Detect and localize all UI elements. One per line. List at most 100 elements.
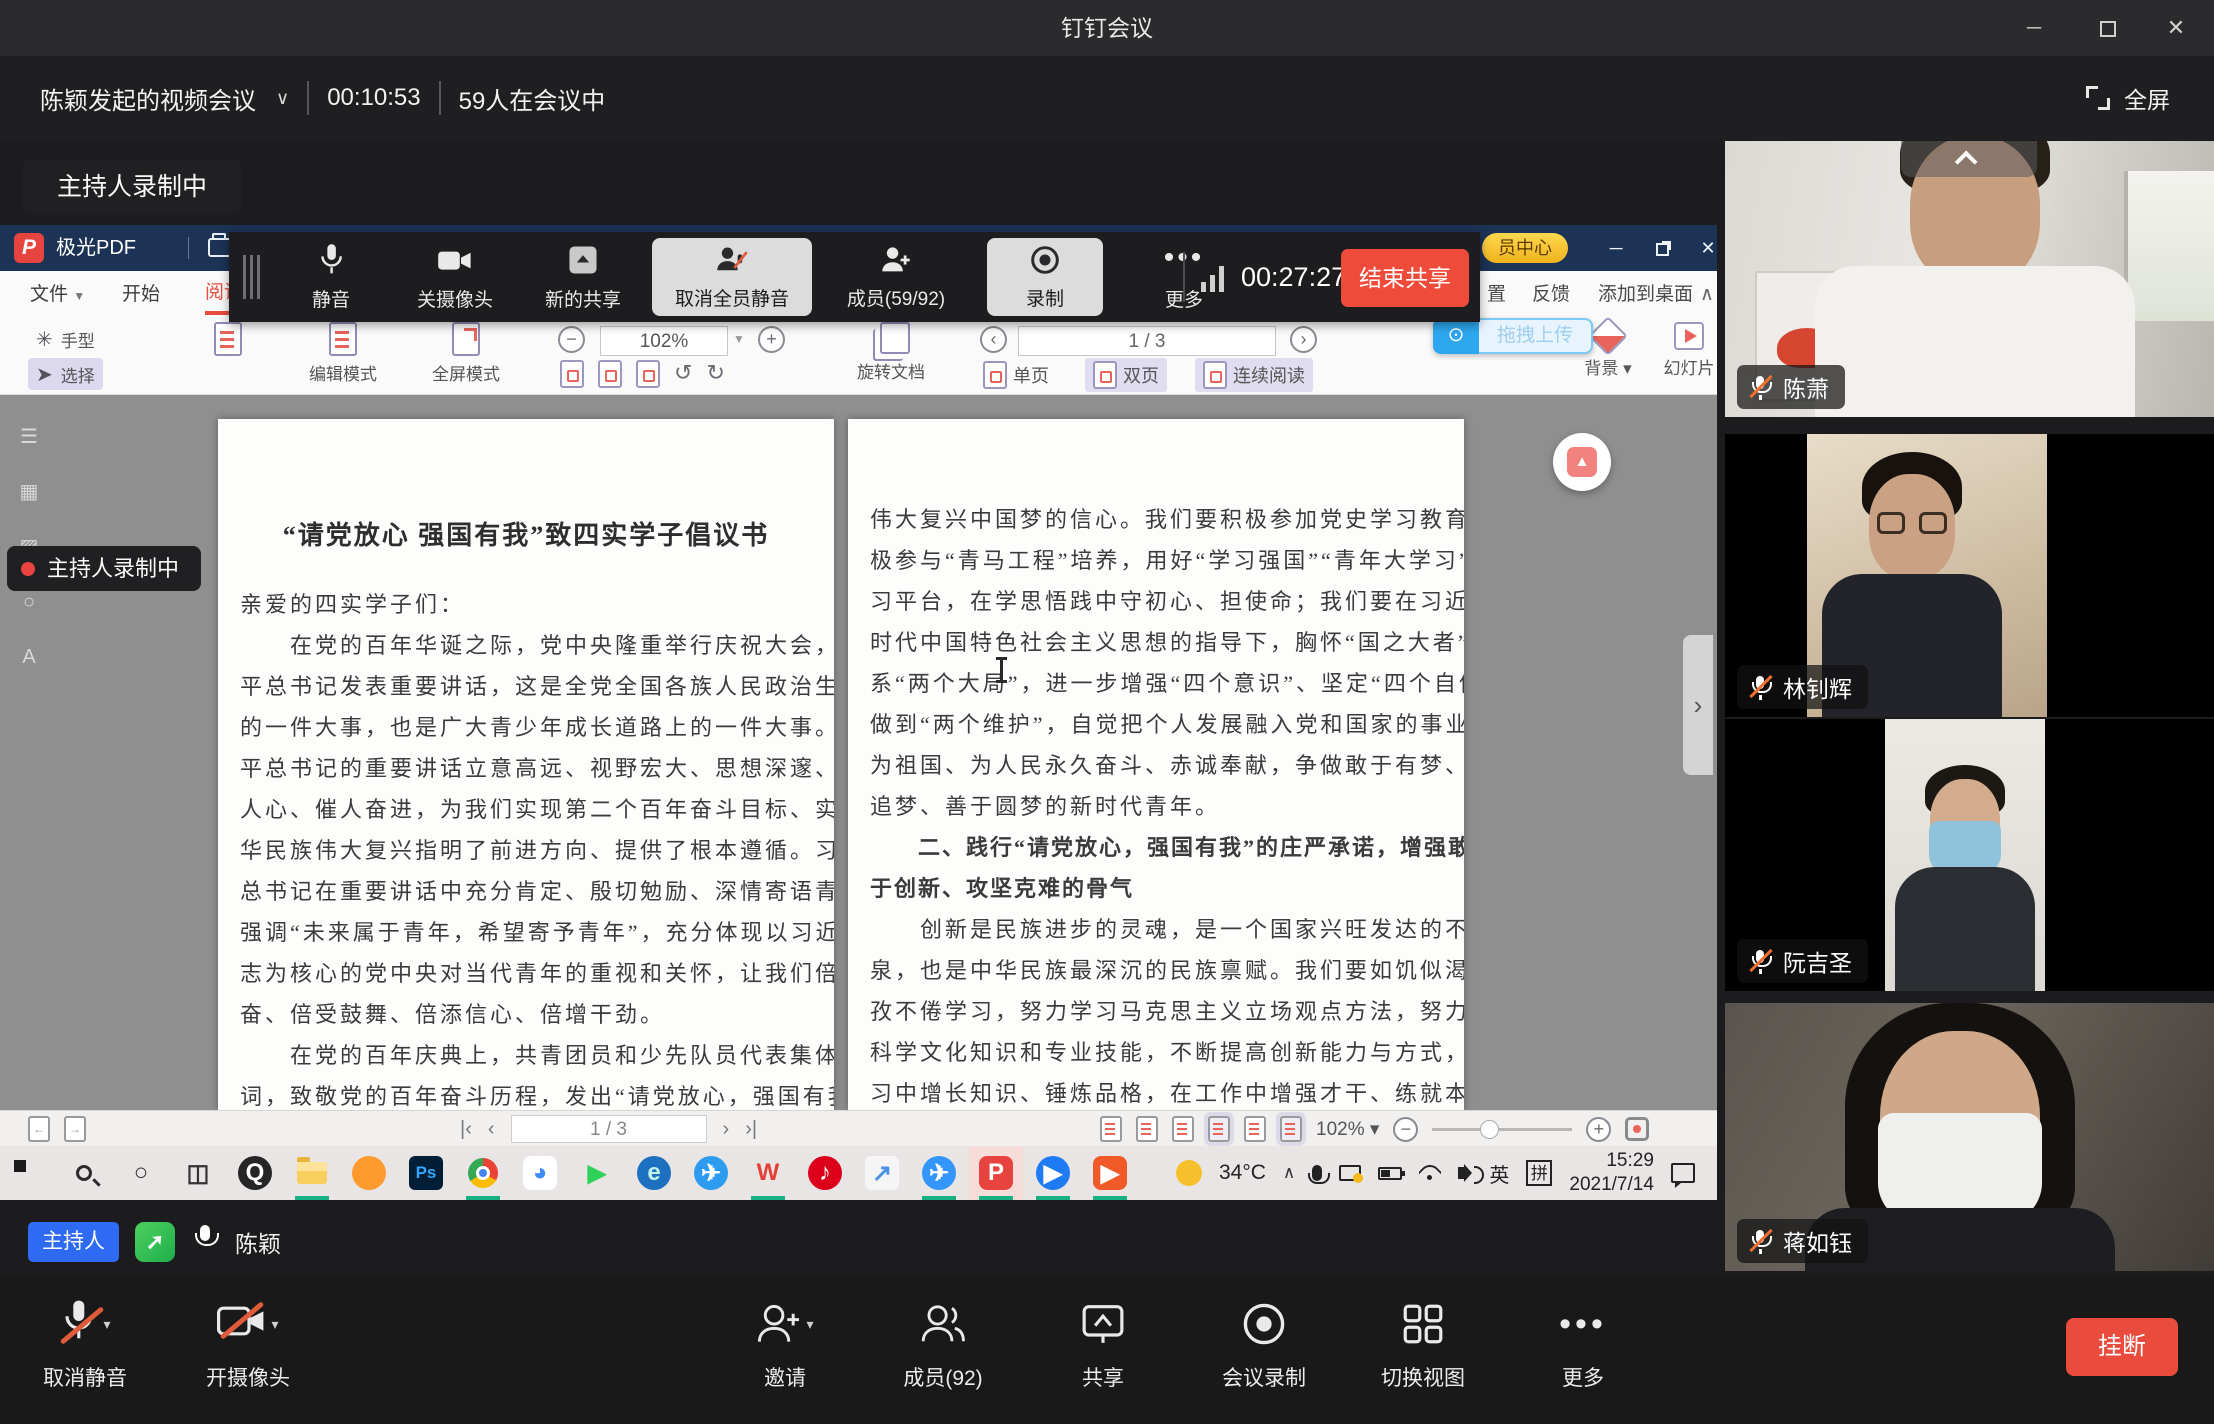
start-button[interactable] xyxy=(0,1146,54,1200)
camera-on-button[interactable]: ▾ 开摄像头 xyxy=(206,1296,290,1392)
camera-off-button[interactable]: 关摄像头 xyxy=(395,238,515,316)
edit-mode-button[interactable]: 编辑模式 xyxy=(297,322,389,385)
meeting-title[interactable]: 陈颖发起的视频会议 xyxy=(40,81,256,116)
fullscreen-toggle[interactable]: 全屏 xyxy=(2086,56,2170,140)
prev-page-button-status[interactable]: ‹ xyxy=(488,1118,495,1141)
share-button-bottom[interactable]: 共享 xyxy=(1081,1296,1125,1392)
meeting-record-button[interactable]: 会议录制 xyxy=(1222,1296,1306,1392)
fit-width-icon[interactable] xyxy=(636,360,660,388)
menu-feedback[interactable]: 反馈 xyxy=(1532,271,1570,318)
sidebar-grid-icon[interactable]: ▦ xyxy=(16,479,42,505)
wifi-icon[interactable] xyxy=(1419,1165,1441,1181)
page-indicator-input[interactable]: 1 / 3 xyxy=(1018,326,1276,356)
status-single-icon[interactable] xyxy=(1244,1116,1266,1142)
chevron-down-icon[interactable]: ▾ xyxy=(271,1316,278,1333)
qq-icon[interactable]: Q xyxy=(228,1146,282,1200)
firefox-icon[interactable] xyxy=(342,1146,396,1200)
first-page-button[interactable]: |‹ xyxy=(460,1118,472,1141)
close-button[interactable]: ✕ xyxy=(2144,0,2208,56)
zoom-level-input[interactable]: 102% xyxy=(600,326,728,356)
chrome-icon[interactable] xyxy=(456,1146,510,1200)
zoom-slider[interactable] xyxy=(1432,1128,1572,1131)
video-tile-2[interactable]: 林钊辉 xyxy=(1725,434,2214,717)
chevron-down-icon[interactable]: ∨ xyxy=(276,88,289,109)
mute-button[interactable]: 静音 xyxy=(271,238,391,316)
more-button-bottom[interactable]: ••• 更多 xyxy=(1559,1296,1607,1392)
next-page-button[interactable]: › xyxy=(1290,326,1317,353)
status-fit-width-icon[interactable] xyxy=(1172,1116,1194,1142)
pdf-restore-button[interactable] xyxy=(1642,225,1682,271)
hand-tool-button[interactable]: ✳ 手型 xyxy=(28,323,103,355)
rotate-right-icon[interactable]: ↻ xyxy=(706,360,724,388)
speaker-icon[interactable] xyxy=(1458,1167,1466,1179)
video-tile-4[interactable]: 蒋如钰 xyxy=(1725,1003,2214,1271)
video-tile-3[interactable]: 阮吉圣 xyxy=(1725,719,2214,991)
page-forward-icon[interactable]: → xyxy=(64,1116,86,1142)
focus-mode-icon[interactable] xyxy=(1625,1117,1649,1141)
photoshop-icon[interactable]: Ps xyxy=(399,1146,453,1200)
fullscreen-mode-button[interactable]: 全屏模式 xyxy=(420,322,512,385)
members-button[interactable]: 成员(59/92) xyxy=(821,238,971,316)
status-fit-page-icon[interactable] xyxy=(1136,1116,1158,1142)
slideshow-button[interactable]: 幻灯片 xyxy=(1645,322,1733,379)
battery-icon[interactable] xyxy=(1378,1167,1402,1180)
cortana-button[interactable]: ○ xyxy=(114,1146,168,1200)
meeting-app-icon[interactable]: ▶ xyxy=(1026,1146,1080,1200)
continuous-read-button[interactable]: 连续阅读 xyxy=(1195,358,1313,392)
rotate-left-icon[interactable]: ↺ xyxy=(674,360,692,388)
status-double-icon[interactable] xyxy=(1280,1116,1302,1142)
sidebar-search-icon[interactable]: ○ xyxy=(16,589,42,615)
read-mode-button[interactable] xyxy=(182,322,274,356)
baidu-netdisk-icon[interactable]: ◕ xyxy=(513,1146,567,1200)
unmute-self-button[interactable]: ▾ 取消静音 xyxy=(43,1296,127,1392)
toolbar-drag-handle[interactable] xyxy=(243,255,261,299)
member-center-button[interactable]: 员中心 xyxy=(1482,233,1568,263)
language-pinyin[interactable]: 拼 xyxy=(1526,1160,1552,1186)
chevron-down-icon[interactable]: ▾ xyxy=(103,1316,110,1333)
next-page-button-status[interactable]: › xyxy=(723,1118,730,1141)
notification-center-icon[interactable] xyxy=(1671,1163,1695,1183)
chevron-down-icon[interactable]: ▾ xyxy=(806,1316,813,1333)
menu-add-to-desktop[interactable]: 添加到桌面 xyxy=(1598,271,1693,318)
double-page-button[interactable]: 双页 xyxy=(1085,358,1167,392)
switch-view-button[interactable]: 切换视图 xyxy=(1381,1296,1465,1392)
status-continuous-icon[interactable] xyxy=(1208,1116,1230,1142)
page-fit-buttons[interactable]: ↺ ↻ xyxy=(560,360,725,388)
zoom-slider-thumb[interactable] xyxy=(1480,1120,1499,1139)
sidebar-text-icon[interactable]: A xyxy=(16,644,42,670)
fit-page-icon[interactable] xyxy=(598,360,622,388)
task-view-button[interactable]: ◫ xyxy=(171,1146,225,1200)
language-en[interactable]: 英 xyxy=(1489,1159,1509,1188)
edge-icon[interactable]: e xyxy=(627,1146,681,1200)
temperature[interactable]: 34°C xyxy=(1219,1161,1266,1185)
next-page-floating-button[interactable]: › xyxy=(1683,635,1713,775)
tray-mic-icon[interactable] xyxy=(1312,1165,1322,1181)
video-tile-1[interactable]: 陈萧 xyxy=(1725,141,2214,417)
green-player-icon[interactable]: ▶ xyxy=(570,1146,624,1200)
page-back-icon[interactable]: ← xyxy=(28,1116,50,1142)
file-explorer-icon[interactable] xyxy=(285,1146,339,1200)
zoom-in-button[interactable]: + xyxy=(758,326,785,353)
maximize-button[interactable] xyxy=(2076,0,2140,56)
new-share-button[interactable]: 新的共享 xyxy=(523,238,643,316)
zoom-dropdown-caret[interactable]: ▼ xyxy=(733,332,745,346)
collapse-ribbon-icon[interactable]: ∧ xyxy=(1700,271,1714,318)
clock[interactable]: 15:29 2021/7/14 xyxy=(1569,1149,1654,1197)
hidden-icons-chevron[interactable]: ∧ xyxy=(1283,1163,1295,1183)
tray-cast-icon[interactable] xyxy=(1339,1165,1361,1181)
collapse-videos-button[interactable] xyxy=(1901,141,2037,177)
drag-upload-widget[interactable]: ⊙ 拖拽上传 xyxy=(1433,318,1593,354)
screenshot-tool-icon[interactable]: ↗ xyxy=(855,1146,909,1200)
weather-icon[interactable] xyxy=(1176,1160,1202,1186)
sidebar-thumbnails-icon[interactable]: ☰ xyxy=(16,424,42,450)
status-zoom-in[interactable]: + xyxy=(1586,1117,1611,1142)
minimize-button[interactable]: ─ xyxy=(2002,0,2066,56)
menu-home[interactable]: 开始 xyxy=(122,271,160,318)
dingtalk-icon[interactable]: ✈ xyxy=(912,1146,966,1200)
pdf-minimize-button[interactable]: ─ xyxy=(1596,225,1636,271)
end-share-button[interactable]: 结束共享 xyxy=(1341,249,1469,307)
unmute-all-button[interactable]: 取消全员静音 xyxy=(652,238,812,316)
menu-settings[interactable]: 置 xyxy=(1487,271,1506,318)
actual-size-icon[interactable] xyxy=(560,360,584,388)
single-page-button[interactable]: 单页 xyxy=(975,358,1057,392)
